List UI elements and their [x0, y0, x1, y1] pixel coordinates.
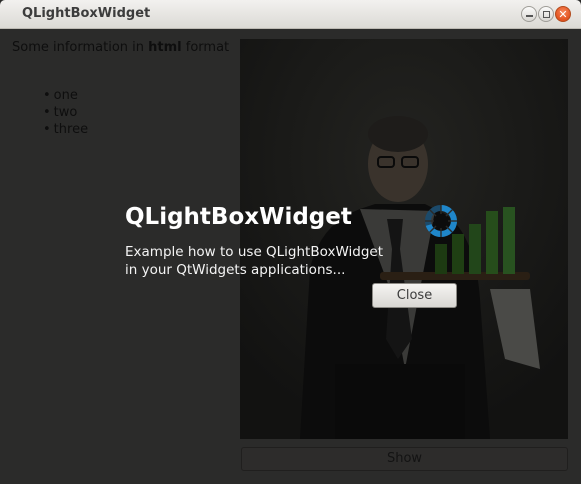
info-text-bold: html — [148, 40, 182, 55]
close-window-button[interactable]: ✕ — [555, 6, 571, 22]
maximize-icon — [542, 10, 550, 18]
lightbox-description-line-1: Example how to use QLightBoxWidget — [125, 244, 383, 260]
window-titlebar[interactable]: QLightBoxWidget ✕ — [0, 0, 581, 29]
lightbox-title: QLightBoxWidget — [125, 204, 352, 230]
lightbox-description-line-2: in your QtWidgets applications... — [125, 262, 346, 278]
list-item: three — [43, 121, 88, 138]
list-item: one — [43, 87, 88, 104]
window-title: QLightBoxWidget — [22, 6, 151, 21]
minimize-button[interactable] — [521, 6, 537, 22]
info-text-prefix: Some information in — [12, 40, 149, 55]
photo-image — [240, 39, 568, 439]
close-icon: ✕ — [558, 7, 568, 21]
close-button[interactable]: Close — [372, 283, 457, 308]
show-button[interactable]: Show — [241, 447, 568, 471]
minimize-icon — [525, 14, 533, 17]
maximize-button[interactable] — [538, 6, 554, 22]
bullet-list: one two three — [43, 87, 88, 138]
lightbox-description: Example how to use QLightBoxWidget in yo… — [125, 243, 405, 279]
info-text: Some information in html format — [12, 40, 229, 55]
info-text-suffix: format — [181, 40, 230, 55]
loading-spinner-icon — [425, 205, 457, 237]
list-item: two — [43, 104, 88, 121]
